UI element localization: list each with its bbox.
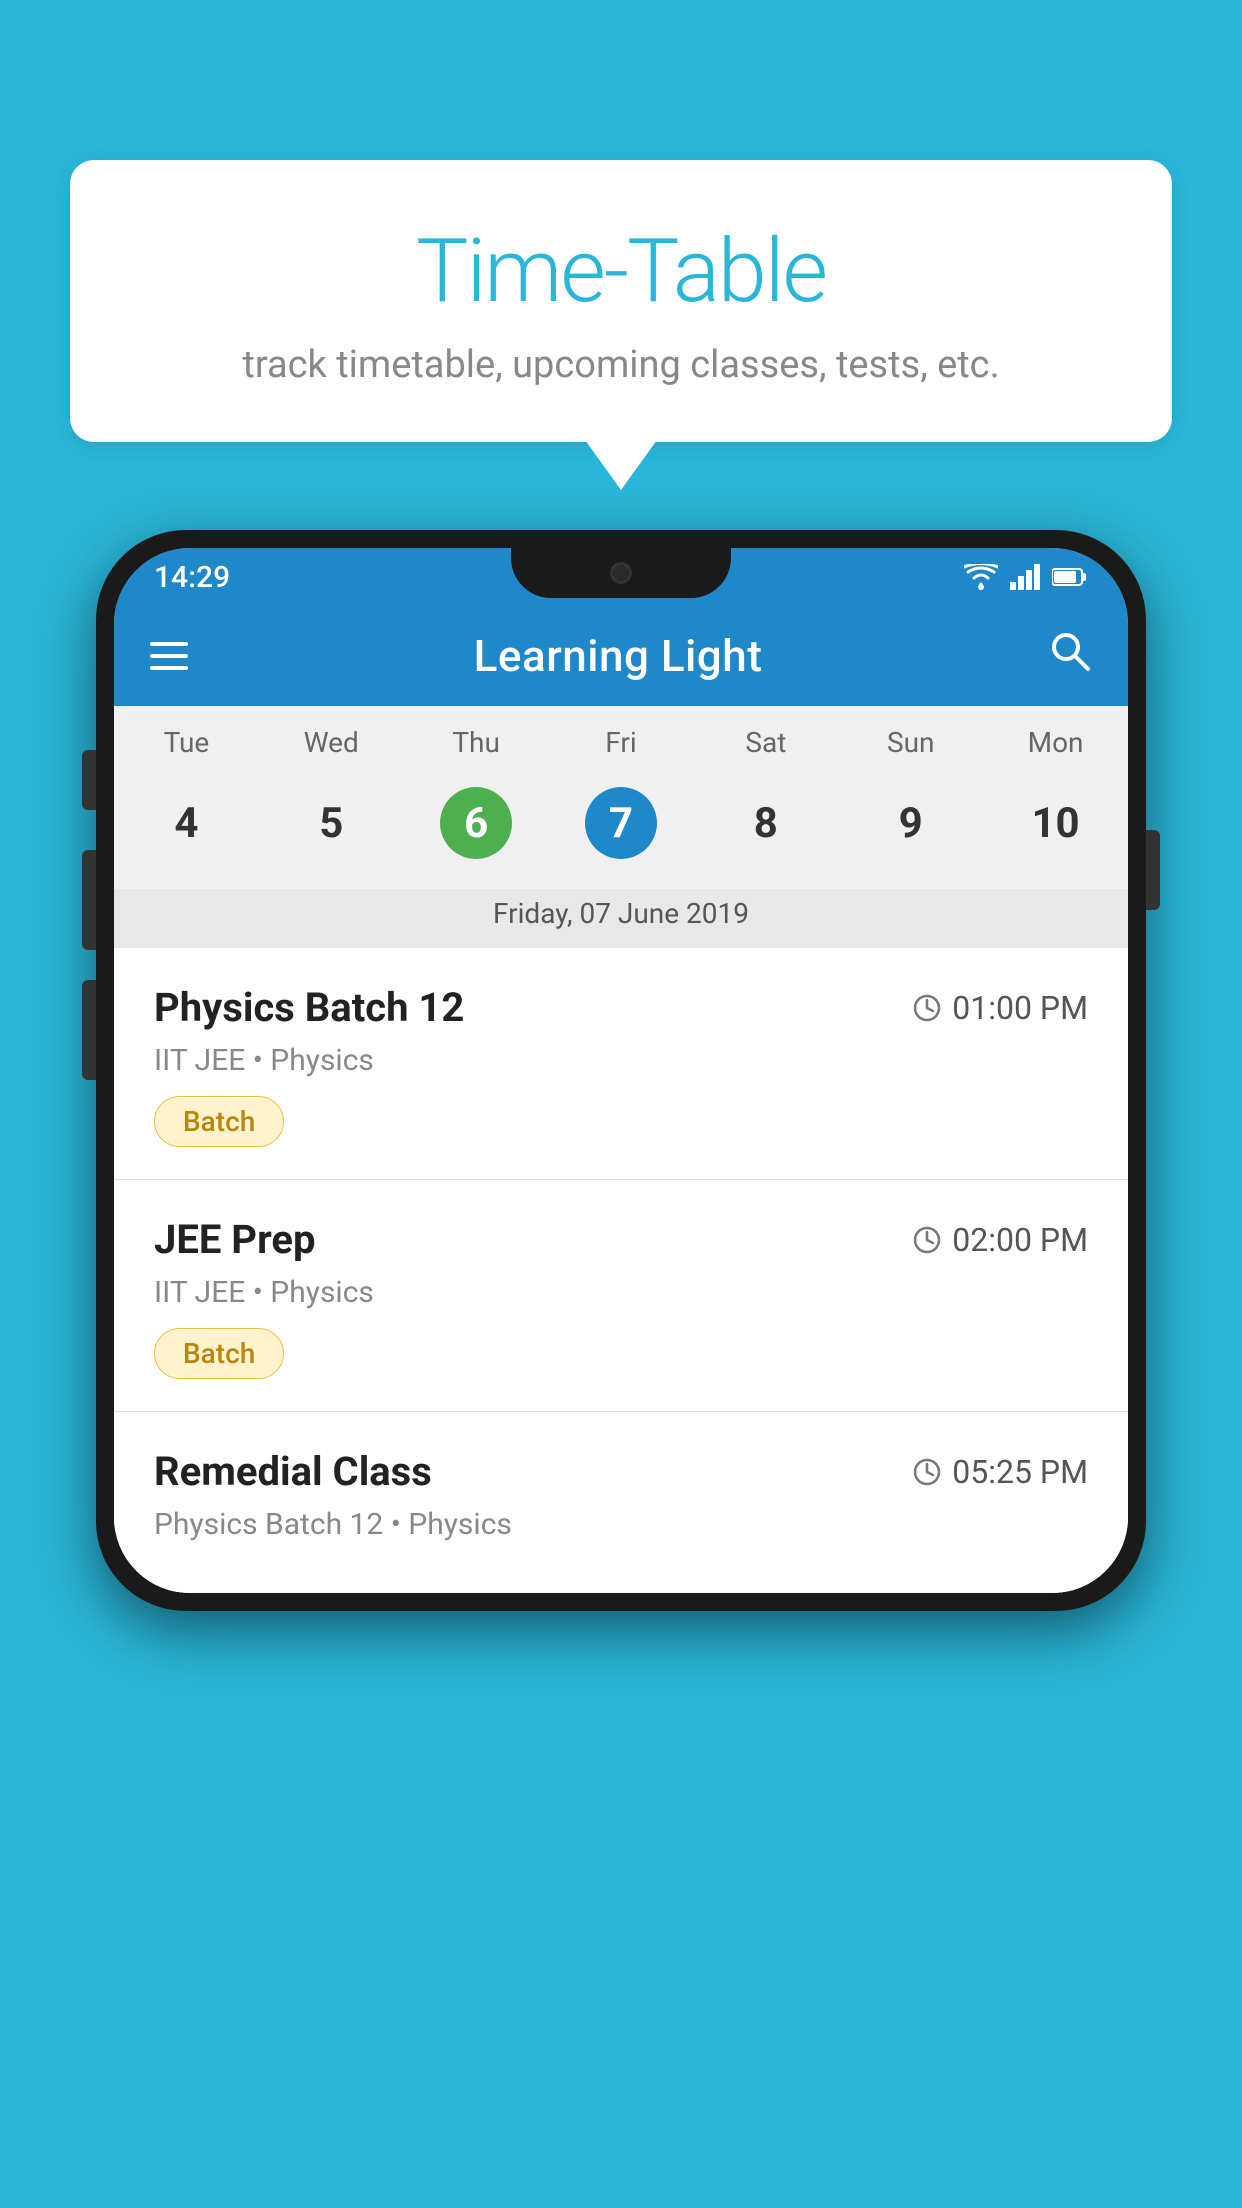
calendar-section: Tue Wed Thu Fri Sat Sun Mon 4 5 (114, 706, 1128, 948)
page-subtitle: track timetable, upcoming classes, tests… (130, 343, 1112, 387)
day-headers: Tue Wed Thu Fri Sat Sun Mon (114, 706, 1128, 767)
date-7-selected[interactable]: 7 (549, 777, 694, 869)
speech-bubble: Time-Table track timetable, upcoming cla… (70, 160, 1172, 442)
date-5[interactable]: 5 (259, 777, 404, 869)
selected-date-label: Friday, 07 June 2019 (114, 889, 1128, 948)
wifi-icon (964, 564, 998, 590)
schedule-item-3-title: Remedial Class (154, 1448, 432, 1495)
schedule-item-3-meta: Physics Batch 12 • Physics (154, 1507, 1088, 1542)
schedule-item-1[interactable]: Physics Batch 12 01:00 PM IIT JEE • Phys… (114, 948, 1128, 1180)
app-toolbar: Learning Light (114, 606, 1128, 706)
schedule-item-3[interactable]: Remedial Class 05:25 PM Physics Batch 12… (114, 1412, 1128, 1593)
schedule-item-1-meta: IIT JEE • Physics (154, 1043, 1088, 1078)
camera-lens (610, 562, 632, 584)
schedule-item-1-title: Physics Batch 12 (154, 984, 464, 1031)
day-tue: Tue (114, 726, 259, 759)
phone-mockup: 14:29 (96, 530, 1146, 1611)
schedule-item-3-header: Remedial Class 05:25 PM (154, 1448, 1088, 1495)
day-mon: Mon (983, 726, 1128, 759)
menu-line-3 (150, 666, 188, 670)
schedule-item-3-time: 05:25 PM (912, 1453, 1088, 1491)
phone-notch (511, 548, 731, 598)
volume-down-button (82, 980, 96, 1080)
search-button[interactable] (1048, 629, 1092, 684)
menu-line-2 (150, 654, 188, 658)
day-wed: Wed (259, 726, 404, 759)
menu-line-1 (150, 642, 188, 646)
batch-badge-1: Batch (154, 1096, 284, 1147)
schedule-item-2[interactable]: JEE Prep 02:00 PM IIT JEE • Physics Batc… (114, 1180, 1128, 1412)
phone-outer-shell: 14:29 (96, 530, 1146, 1611)
schedule-item-1-time: 01:00 PM (912, 989, 1088, 1027)
clock-icon-2 (912, 1225, 942, 1255)
status-time: 14:29 (154, 560, 230, 595)
day-fri: Fri (549, 726, 694, 759)
date-6-today[interactable]: 6 (404, 777, 549, 869)
schedule-list: Physics Batch 12 01:00 PM IIT JEE • Phys… (114, 948, 1128, 1593)
clock-icon-3 (912, 1457, 942, 1487)
date-8[interactable]: 8 (693, 777, 838, 869)
day-sat: Sat (693, 726, 838, 759)
volume-up-button (82, 850, 96, 950)
date-9[interactable]: 9 (838, 777, 983, 869)
day-numbers: 4 5 6 7 8 9 (114, 767, 1128, 889)
schedule-item-2-title: JEE Prep (154, 1216, 315, 1263)
schedule-item-2-meta: IIT JEE • Physics (154, 1275, 1088, 1310)
page-title: Time-Table (130, 220, 1112, 323)
schedule-item-1-header: Physics Batch 12 01:00 PM (154, 984, 1088, 1031)
clock-icon-1 (912, 993, 942, 1023)
silent-button (82, 750, 96, 810)
batch-badge-2: Batch (154, 1328, 284, 1379)
status-icons (964, 564, 1088, 590)
speech-bubble-container: Time-Table track timetable, upcoming cla… (70, 160, 1172, 442)
date-4[interactable]: 4 (114, 777, 259, 869)
schedule-item-2-header: JEE Prep 02:00 PM (154, 1216, 1088, 1263)
phone-screen: 14:29 (114, 548, 1128, 1593)
power-button (1146, 830, 1160, 910)
menu-button[interactable] (150, 642, 188, 670)
battery-icon (1052, 567, 1088, 587)
signal-icon (1010, 564, 1040, 590)
date-10[interactable]: 10 (983, 777, 1128, 869)
day-thu: Thu (404, 726, 549, 759)
app-title: Learning Light (474, 630, 763, 682)
day-sun: Sun (838, 726, 983, 759)
schedule-item-2-time: 02:00 PM (912, 1221, 1088, 1259)
